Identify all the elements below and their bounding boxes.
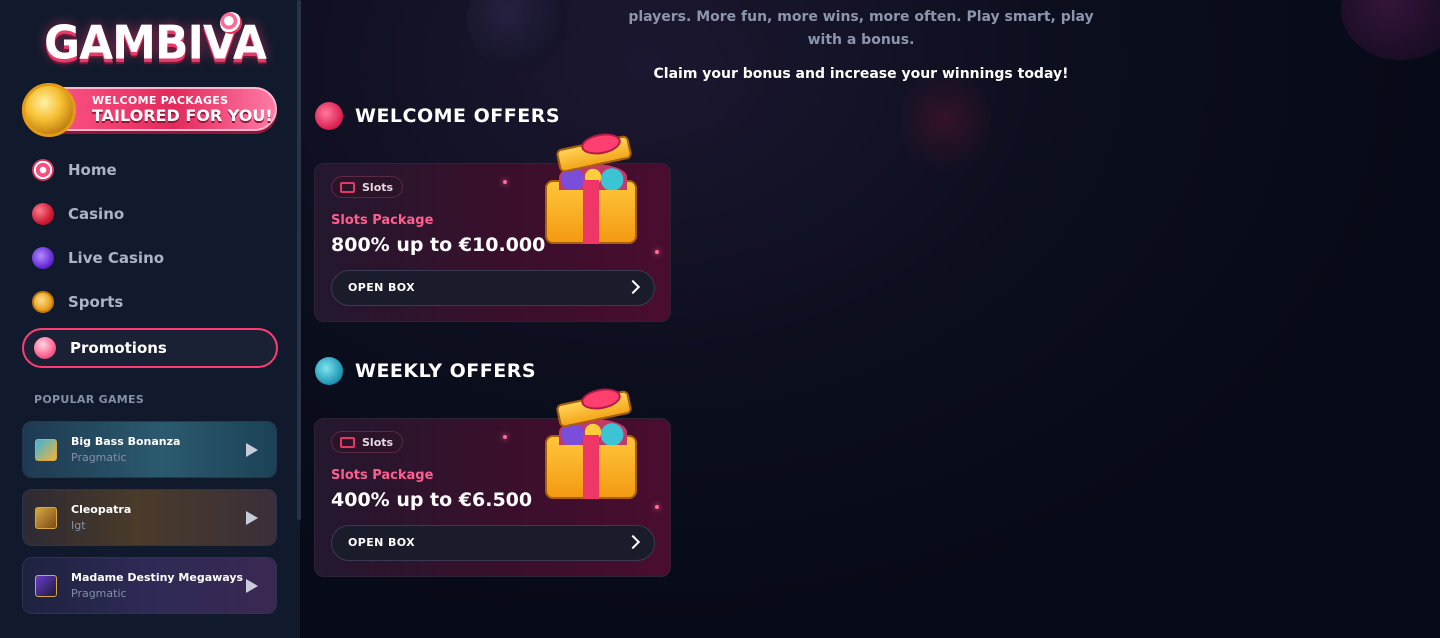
game-provider: Igt (71, 519, 86, 532)
swirl-candy-icon (32, 159, 54, 181)
banner-title: TAILORED FOR YOU! (92, 106, 273, 125)
chevron-right-icon (625, 279, 641, 295)
welcome-packages-banner[interactable]: WELCOME PACKAGES TAILORED FOR YOU! (22, 83, 277, 137)
chevron-right-icon (625, 534, 641, 550)
sidebar-item-label: Promotions (70, 339, 167, 357)
sidebar-item-label: Live Casino (68, 249, 165, 267)
sparkle-icon (655, 250, 659, 254)
game-provider: Pragmatic (71, 587, 127, 600)
sparkle-icon (503, 180, 507, 184)
game-card-madame-destiny-megaways[interactable]: Madame Destiny Megaways Pragmatic (22, 557, 277, 614)
game-name: Madame Destiny Megaways (71, 571, 244, 584)
offer-amount: 400% up to €6.500 (331, 489, 533, 511)
sparkle-icon (655, 505, 659, 509)
game-thumbnail (35, 439, 57, 461)
lollipop-icon (220, 12, 242, 34)
open-box-button[interactable]: OPEN BOX (331, 525, 655, 561)
decorative-ball (467, 0, 567, 70)
open-box-label: OPEN BOX (348, 281, 415, 294)
sidebar-item-casino[interactable]: Casino (22, 192, 278, 236)
play-icon[interactable] (246, 443, 258, 457)
slot-machine-icon (340, 181, 355, 193)
section-title: WEEKLY OFFERS (355, 360, 537, 382)
tag-label: Slots (362, 435, 394, 449)
sidebar-item-label: Casino (68, 205, 125, 223)
game-provider: Pragmatic (71, 451, 127, 464)
tag-label: Slots (362, 180, 394, 194)
purple-chip-icon (32, 247, 54, 269)
sidebar: GAMBIVA WELCOME PACKAGES TAILORED FOR YO… (0, 0, 300, 638)
play-icon[interactable] (246, 511, 258, 525)
sidebar-nav: Home Casino Live Casino Sports Promotion… (22, 148, 278, 368)
main-content: players. More fun, more wins, more often… (301, 0, 1440, 638)
gambiva-logo[interactable]: GAMBIVA (42, 12, 267, 76)
welcome-offers-heading: WELCOME OFFERS (315, 102, 560, 130)
decorative-ball (1341, 0, 1440, 60)
sidebar-item-sports[interactable]: Sports (22, 280, 278, 324)
game-thumbnail (35, 575, 57, 597)
claim-text: Claim your bonus and increase your winni… (653, 66, 1069, 82)
blue-candy-icon (315, 357, 343, 385)
cherry-icon (32, 203, 54, 225)
sidebar-item-label: Sports (68, 293, 124, 311)
weekly-offers-heading: WEEKLY OFFERS (315, 357, 536, 385)
open-box-label: OPEN BOX (348, 536, 415, 549)
sidebar-item-label: Home (68, 161, 117, 179)
medal-icon (32, 291, 54, 313)
game-name: Big Bass Bonanza (71, 435, 181, 448)
sidebar-item-home[interactable]: Home (22, 148, 278, 192)
cupcake-icon (34, 337, 56, 359)
offer-tag: Slots (331, 176, 404, 198)
intro-text: players. More fun, more wins, more often… (628, 9, 1094, 48)
open-box-button[interactable]: OPEN BOX (331, 270, 655, 306)
popular-games-heading: POPULAR GAMES (34, 393, 145, 406)
pink-candy-icon (315, 102, 343, 130)
offer-amount: 800% up to €10.000 (331, 234, 546, 256)
gift-box-icon (541, 385, 645, 503)
section-title: WELCOME OFFERS (355, 105, 561, 127)
game-name: Cleopatra (71, 503, 132, 516)
offer-type: Slots Package (331, 213, 434, 228)
gold-coin-icon (22, 83, 76, 137)
sidebar-item-promotions[interactable]: Promotions (22, 328, 278, 368)
sparkle-icon (503, 435, 507, 439)
slot-machine-icon (340, 436, 355, 448)
sidebar-item-live-casino[interactable]: Live Casino (22, 236, 278, 280)
game-card-cleopatra[interactable]: Cleopatra Igt (22, 489, 277, 546)
offer-type: Slots Package (331, 468, 434, 483)
game-card-big-bass-bonanza[interactable]: Big Bass Bonanza Pragmatic (22, 421, 277, 478)
gift-box-icon (541, 130, 645, 248)
offer-tag: Slots (331, 431, 404, 453)
game-thumbnail (35, 507, 57, 529)
play-icon[interactable] (246, 579, 258, 593)
